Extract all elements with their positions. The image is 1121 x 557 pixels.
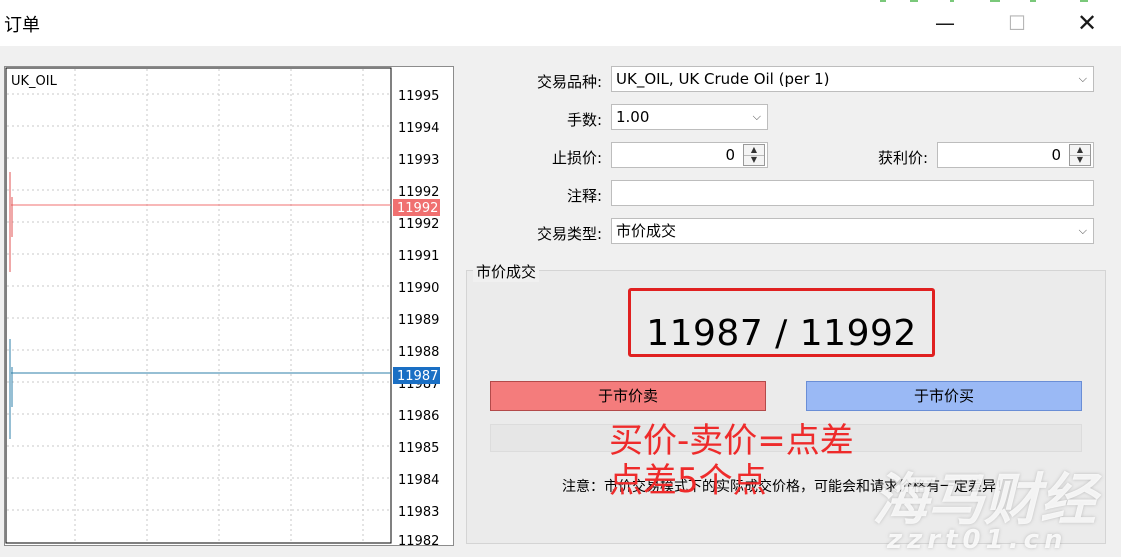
comment-input[interactable] <box>611 180 1094 206</box>
price-axis-label: 11992 <box>398 185 439 200</box>
comment-label: 注释: <box>566 187 602 205</box>
chevron-down-icon: ⌵ <box>1078 72 1087 85</box>
price-axis-label: 11983 <box>398 505 439 520</box>
price-axis-label: 11991 <box>398 249 439 264</box>
volume-select[interactable]: 1.00 ⌵ <box>611 104 768 130</box>
stoploss-label: 止损价: <box>551 149 602 167</box>
price-axis-label: 11986 <box>398 409 439 424</box>
bid-price-tag: 11987 <box>397 369 438 384</box>
price-axis-label: 11989 <box>398 313 439 328</box>
order-type-label: 交易类型: <box>536 225 602 243</box>
spread-annotation-value: 点差5个点 <box>609 461 767 501</box>
window-title: 订单 <box>4 15 40 36</box>
takeprofit-label: 获利价: <box>877 149 928 167</box>
price-axis-label: 11992 <box>398 217 439 232</box>
chart-symbol-label: UK_OIL <box>11 74 58 89</box>
close-button[interactable]: ✕ <box>1064 8 1110 38</box>
volume-label: 手数: <box>566 111 602 129</box>
price-chart-canvas: UK_OIL 119951199411993119921199211991119… <box>5 67 440 545</box>
price-axis-label: 11990 <box>398 281 439 296</box>
symbol-label: 交易品种: <box>536 73 602 91</box>
takeprofit-field[interactable]: 0 ▲ ▼ <box>937 142 1094 168</box>
quote-highlight-box: 11987 / 11992 <box>628 288 935 357</box>
stoploss-field[interactable]: 0 ▲ ▼ <box>611 142 768 168</box>
price-chart[interactable]: UK_OIL 11995 11994 11993 11992 11992 11991 119… <box>4 66 454 546</box>
sell-market-button[interactable]: 于市价卖 <box>490 381 766 411</box>
top-edge-decoration <box>880 0 1088 2</box>
price-axis-label: 11985 <box>398 441 439 456</box>
stoploss-value: 0 <box>725 146 735 164</box>
price-axis-label: 11993 <box>398 153 439 168</box>
takeprofit-spinner[interactable]: ▲ ▼ <box>1069 144 1091 166</box>
price-axis-label: 11988 <box>398 345 439 360</box>
watermark-brand: 海马财经 <box>872 468 1096 533</box>
ask-price-tag: 11992 <box>397 201 438 216</box>
takeprofit-value: 0 <box>1051 146 1061 164</box>
bid-ask-quote: 11987 / 11992 <box>646 313 917 354</box>
order-type-value: 市价成交 <box>616 222 677 240</box>
triangle-down-icon[interactable]: ▼ <box>1070 155 1090 165</box>
order-type-select[interactable]: 市价成交 ⌵ <box>611 218 1094 244</box>
volume-value: 1.00 <box>616 108 650 126</box>
price-axis-label: 11994 <box>398 121 439 136</box>
maximize-button[interactable]: ☐ <box>994 8 1040 38</box>
chevron-down-icon: ⌵ <box>752 110 761 123</box>
chevron-down-icon: ⌵ <box>1078 224 1087 237</box>
symbol-select[interactable]: UK_OIL, UK Crude Oil (per 1) ⌵ <box>611 66 1094 92</box>
minimize-button[interactable]: — <box>922 8 968 38</box>
symbol-value: UK_OIL, UK Crude Oil (per 1) <box>616 70 830 88</box>
watermark-url: zzrt01.cn <box>887 525 1068 555</box>
market-execution-title: 市价成交 <box>473 261 540 282</box>
triangle-down-icon[interactable]: ▼ <box>744 155 764 165</box>
title-bar: 订单 — ☐ ✕ <box>0 0 1121 46</box>
buy-market-button[interactable]: 于市价买 <box>806 381 1082 411</box>
price-axis-label: 11982 <box>398 534 439 545</box>
price-axis-label: 11995 <box>398 89 439 104</box>
price-axis-label: 11984 <box>398 473 439 488</box>
stoploss-spinner[interactable]: ▲ ▼ <box>743 144 765 166</box>
